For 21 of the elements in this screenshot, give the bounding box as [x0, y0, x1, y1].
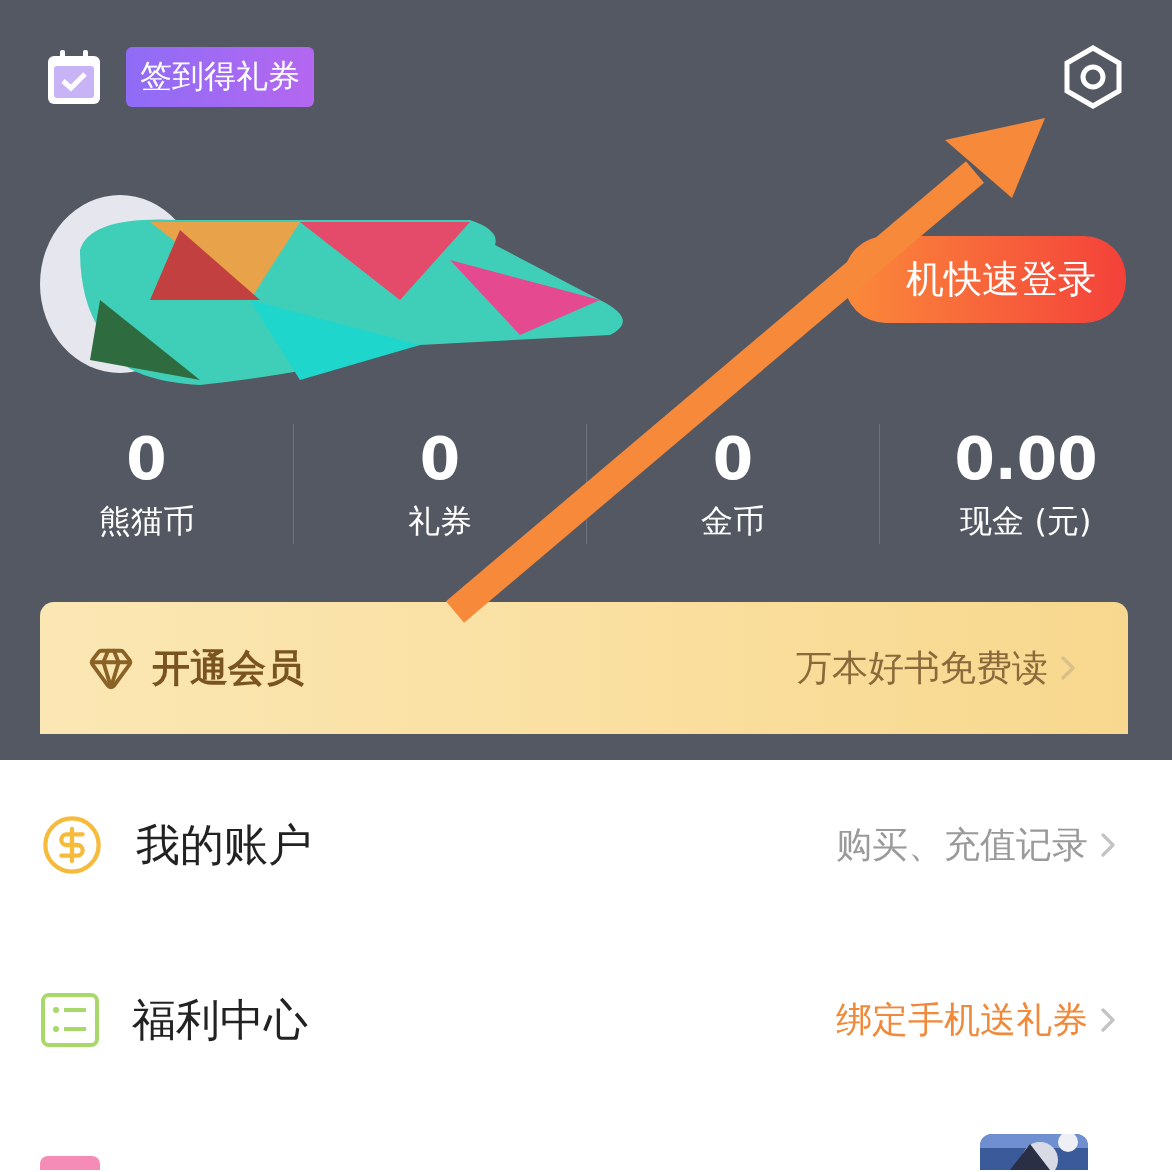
- vip-subtitle: 万本好书免费读: [796, 645, 1048, 690]
- app-icon: [40, 1154, 100, 1170]
- stat-label: 现金 (元): [960, 501, 1092, 542]
- stat-value: 0.00: [954, 424, 1098, 494]
- dollar-icon: [40, 813, 104, 877]
- menu-title[interactable]: 福利中心: [132, 990, 308, 1050]
- menu-hint[interactable]: 购买、充值记录: [836, 820, 1088, 870]
- vip-banner[interactable]: 开通会员 万本好书免费读: [40, 602, 1128, 734]
- stat-label: 礼券: [408, 501, 472, 542]
- vip-title: 开通会员: [152, 644, 304, 692]
- settings-icon[interactable]: [1064, 45, 1122, 109]
- list-icon: [40, 992, 100, 1048]
- stat-label: 金币: [701, 501, 765, 542]
- stat-label: 熊猫币: [98, 501, 195, 542]
- menu-title[interactable]: 我的账户: [136, 815, 312, 875]
- menu-hint[interactable]: 绑定手机送礼券: [836, 995, 1088, 1045]
- stat-value: 0: [712, 424, 754, 494]
- stat-value: 0: [419, 424, 461, 494]
- stat-value: 0: [126, 424, 167, 494]
- calendar-icon[interactable]: [46, 48, 102, 106]
- checkin-badge[interactable]: 签到得礼券: [126, 47, 314, 107]
